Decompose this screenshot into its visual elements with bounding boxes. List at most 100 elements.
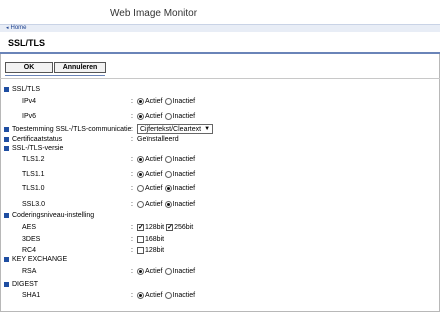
encryption-label: Coderingsniveau-instelling [12, 211, 95, 219]
disable-label: Inactief [172, 112, 196, 120]
colon: : [131, 267, 133, 275]
disable-label: Inactief [172, 267, 196, 275]
ok-button[interactable]: OK [5, 62, 53, 73]
section-ssl-tls: SSL/TLS [0, 84, 440, 94]
tls11-label: TLS1.1 [22, 170, 45, 178]
3des-168-checkbox[interactable] [137, 235, 144, 243]
permit-select[interactable]: Cijfertekst/Cleartext ▼ [137, 124, 214, 134]
cancel-button[interactable]: Annuleren [54, 62, 106, 73]
tls11-radio-group: Actief Inactief [137, 170, 197, 178]
colon: : [131, 125, 133, 133]
section-bullet-icon [4, 256, 9, 262]
version-label: SSL-/TLS-versie [12, 144, 64, 152]
permit-label: Toestemming SSL-/TLS-communicatie [12, 125, 132, 133]
ipv6-label: IPv6 [22, 112, 37, 120]
button-bar-rule [5, 75, 105, 76]
aes-128-label: 128bit [145, 223, 165, 231]
enable-label: Actief [145, 112, 163, 120]
permit-control: Cijfertekst/Cleartext ▼ [137, 124, 214, 134]
sha1-enable-radio[interactable] [137, 291, 144, 299]
page-title: SSL/TLS [8, 38, 46, 48]
row-tls10: TLS1.0 : Actief Inactief [0, 183, 440, 193]
section-bullet-icon [4, 86, 9, 92]
colon: : [131, 235, 133, 243]
ssl30-disable-radio[interactable] [164, 200, 172, 208]
section-bullet-icon [4, 136, 9, 142]
colon: : [131, 135, 133, 143]
rsa-label: RSA [22, 267, 37, 275]
rc4-checkbox-group: 128bit [137, 246, 166, 254]
disable-label: Inactief [172, 200, 196, 208]
ipv4-radio-group: Actief Inactief [137, 97, 197, 105]
aes-128-checkbox[interactable] [137, 223, 144, 231]
colon: : [131, 97, 133, 105]
chevron-down-icon: ▼ [204, 126, 211, 132]
aes-256-checkbox[interactable] [166, 223, 174, 231]
rsa-radio-group: Actief Inactief [137, 267, 197, 275]
ssl30-label: SSL3.0 [22, 200, 45, 208]
colon: : [131, 200, 133, 208]
ipv6-disable-radio[interactable] [164, 112, 172, 120]
permit-select-value: Cijfertekst/Cleartext [140, 125, 202, 133]
home-link[interactable]: ◂ Home [6, 25, 27, 31]
digest-label: DIGEST [12, 280, 39, 288]
divider [0, 78, 440, 79]
tls10-disable-radio[interactable] [164, 184, 172, 192]
sha1-disable-radio[interactable] [164, 291, 172, 299]
tls12-disable-radio[interactable] [164, 155, 172, 163]
ssl30-enable-radio[interactable] [137, 200, 144, 208]
header-banner: Web Image Monitor [0, 0, 440, 24]
row-rsa: RSA : Actief Inactief [0, 266, 440, 276]
disable-label: Inactief [172, 184, 196, 192]
disable-label: Inactief [172, 155, 196, 163]
disable-label: Inactief [172, 97, 196, 105]
section-ssl-tls-version: SSL-/TLS-versie [0, 143, 440, 153]
row-ipv4: IPv4 : Actief Inactief [0, 96, 440, 106]
tls12-label: TLS1.2 [22, 155, 45, 163]
aes-checkbox-group: 128bit 256bit [137, 223, 195, 231]
tls10-enable-radio[interactable] [137, 184, 144, 192]
enable-label: Actief [145, 170, 163, 178]
ipv4-enable-radio[interactable] [137, 97, 144, 105]
colon: : [131, 184, 133, 192]
3des-168-label: 168bit [145, 235, 165, 243]
key-exchange-label: KEY EXCHANGE [12, 255, 68, 263]
certificate-label: Certificaatstatus [12, 135, 63, 143]
ipv6-radio-group: Actief Inactief [137, 112, 197, 120]
colon: : [131, 291, 133, 299]
3des-label: 3DES [22, 235, 41, 243]
section-bullet-icon [4, 126, 9, 132]
enable-label: Actief [145, 97, 163, 105]
button-bar: OK Annuleren [5, 62, 106, 76]
tls11-enable-radio[interactable] [137, 170, 144, 178]
certificate-value: Geïnstalleerd [137, 135, 179, 143]
enable-label: Actief [145, 200, 163, 208]
rsa-enable-radio[interactable] [137, 267, 144, 275]
ipv6-enable-radio[interactable] [137, 112, 144, 120]
row-tls12: TLS1.2 : Actief Inactief [0, 154, 440, 164]
home-link-label: Home [10, 25, 27, 31]
section-encryption-strength: Coderingsniveau-instelling [0, 210, 440, 220]
tls10-label: TLS1.0 [22, 184, 45, 192]
row-ssl30: SSL3.0 : Actief Inactief [0, 199, 440, 209]
tls11-disable-radio[interactable] [164, 170, 172, 178]
aes-256-label: 256bit [174, 223, 194, 231]
row-aes: AES : 128bit 256bit [0, 222, 440, 232]
rc4-128-checkbox[interactable] [137, 246, 144, 254]
row-permit-communication: Toestemming SSL-/TLS-communicatie : Cijf… [0, 124, 440, 134]
row-ipv6: IPv6 : Actief Inactief [0, 111, 440, 121]
colon: : [131, 112, 133, 120]
rsa-disable-radio[interactable] [164, 267, 172, 275]
section-key-exchange: KEY EXCHANGE [0, 254, 440, 264]
tls12-radio-group: Actief Inactief [137, 155, 197, 163]
ipv4-disable-radio[interactable] [164, 97, 172, 105]
tls12-enable-radio[interactable] [137, 155, 144, 163]
ssl30-radio-group: Actief Inactief [137, 200, 197, 208]
section-label: SSL/TLS [12, 85, 41, 93]
disable-label: Inactief [172, 291, 196, 299]
section-bullet-icon [4, 281, 9, 287]
enable-label: Actief [145, 291, 163, 299]
colon: : [131, 155, 133, 163]
tls10-radio-group: Actief Inactief [137, 184, 197, 192]
ipv4-label: IPv4 [22, 97, 37, 105]
